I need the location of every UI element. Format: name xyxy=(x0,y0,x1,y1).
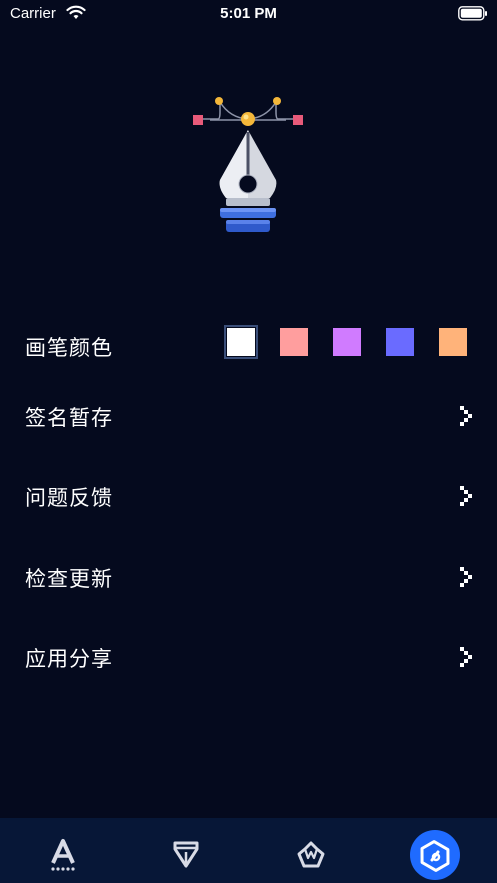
pen-nib-icon xyxy=(173,841,199,868)
tab-premium[interactable] xyxy=(286,830,338,882)
settings-item-label: 检查更新 xyxy=(25,567,113,591)
settings-item-label: 应用分享 xyxy=(25,647,113,671)
pen-color-row: 画笔颜色 xyxy=(0,325,497,366)
color-swatch-orange[interactable] xyxy=(439,328,467,356)
color-swatch-purple[interactable] xyxy=(333,328,361,356)
chevron-right-icon xyxy=(460,406,472,426)
color-swatch-white[interactable] xyxy=(224,325,258,359)
chevron-right-icon xyxy=(460,567,472,587)
crown-icon xyxy=(297,841,325,868)
settings-item-label: 问题反馈 xyxy=(25,486,113,510)
settings-item-save-signature[interactable]: 签名暂存 xyxy=(0,396,497,436)
text-a-icon xyxy=(51,839,75,871)
pen-color-label: 画笔颜色 xyxy=(25,336,113,360)
status-bar: Carrier 5:01 PM xyxy=(0,0,497,30)
chevron-right-icon xyxy=(460,647,472,667)
settings-item-check-update[interactable]: 检查更新 xyxy=(0,557,497,597)
settings-hex-icon xyxy=(420,840,450,872)
tab-settings[interactable] xyxy=(410,830,462,882)
battery-icon xyxy=(458,6,487,21)
chevron-right-icon xyxy=(460,486,472,506)
tab-text[interactable] xyxy=(38,830,90,882)
settings-item-label: 签名暂存 xyxy=(25,406,113,430)
clock: 5:01 PM xyxy=(220,5,277,22)
color-swatch-blue[interactable] xyxy=(386,328,414,356)
settings-item-share-app[interactable]: 应用分享 xyxy=(0,637,497,677)
tab-bar xyxy=(0,818,497,883)
settings-item-feedback[interactable]: 问题反馈 xyxy=(0,476,497,516)
color-swatch-pink[interactable] xyxy=(280,328,308,356)
pen-nib-bezier-icon xyxy=(193,97,303,232)
settings-screen: Carrier 5:01 PM 画笔颜色 签名暂存 问题反馈 检查更新 应用分享 xyxy=(0,0,497,883)
tab-sign[interactable] xyxy=(161,830,213,882)
